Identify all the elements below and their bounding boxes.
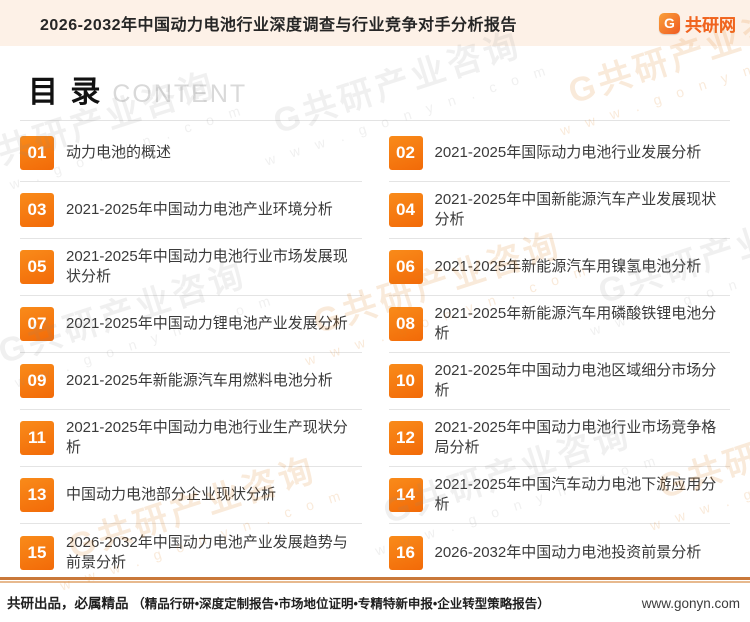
toc-item-01[interactable]: 01 动力电池的概述 (20, 125, 362, 182)
toc-item-number: 13 (20, 478, 54, 512)
toc-item-title: 2021-2025年中国动力锂电池产业发展分析 (66, 315, 348, 332)
toc-item-08[interactable]: 08 2021-2025年新能源汽车用磷酸铁锂电池分析 (388, 296, 730, 353)
toc-item-14[interactable]: 14 2021-2025年中国汽车动力电池下游应用分析 (388, 467, 730, 524)
toc-item-number: 16 (388, 535, 423, 570)
toc-item-title: 2021-2025年新能源汽车用磷酸铁锂电池分析 (434, 305, 717, 342)
toc-item-title: 2026-2032年中国动力电池产业发展趋势与前景分析 (66, 533, 348, 571)
toc-item-title: 2026-2032年中国动力电池投资前景分析 (434, 543, 702, 561)
toc-item-title: 2021-2025年中国动力电池行业市场竞争格局分析 (434, 419, 717, 456)
footer-website-link[interactable]: www.gonyn.com (642, 596, 740, 611)
toc-column-left: 01 动力电池的概述 03 2021-2025年中国动力电池产业环境分析 05 … (20, 125, 362, 581)
page-title-en: CONTENT (112, 80, 248, 108)
toc-item-number: 10 (388, 364, 423, 398)
toc-item-12[interactable]: 12 2021-2025年中国动力电池行业市场竞争格局分析 (388, 410, 730, 467)
toc-item-number: 05 (20, 250, 54, 284)
gonyn-logo[interactable]: G 共研网 (659, 11, 736, 36)
footer-slogan: 共研出品，必属精品 （精品行研•深度定制报告•市场地位证明•专精特新申报•企业转… (7, 592, 550, 612)
toc-item-13[interactable]: 13 中国动力电池部分企业现状分析 (20, 467, 362, 524)
toc-column-right: 02 2021-2025年国际动力电池行业发展分析 04 2021-2025年中… (388, 125, 731, 581)
toc-item-07[interactable]: 07 2021-2025年中国动力锂电池产业发展分析 (20, 296, 362, 353)
page-title-cn: 目 录 (28, 76, 103, 109)
toc-item-09[interactable]: 09 2021-2025年新能源汽车用燃料电池分析 (20, 353, 362, 410)
toc-item-02[interactable]: 02 2021-2025年国际动力电池行业发展分析 (388, 125, 730, 182)
toc-item-title: 2021-2025年中国新能源汽车产业发展现状分析 (434, 191, 717, 228)
toc-item-16[interactable]: 16 2026-2032年中国动力电池投资前景分析 (388, 524, 731, 581)
toc-item-10[interactable]: 10 2021-2025年中国动力电池区域细分市场分析 (388, 353, 730, 410)
toc-item-05[interactable]: 05 2021-2025年中国动力电池行业市场发展现状分析 (20, 239, 362, 296)
toc-item-number: 14 (388, 478, 423, 512)
toc-item-number: 12 (388, 421, 423, 455)
toc-item-title: 2021-2025年新能源汽车用镍氢电池分析 (434, 258, 702, 275)
toc-item-number: 15 (20, 535, 54, 570)
footer-divider-thick (0, 577, 750, 580)
toc-item-title: 2021-2025年新能源汽车用燃料电池分析 (66, 372, 333, 389)
toc-item-number: 08 (388, 307, 423, 341)
toc-item-11[interactable]: 11 2021-2025年中国动力电池行业生产现状分析 (20, 410, 362, 467)
report-header: 2026-2032年中国动力电池行业深度调查与行业竞争对手分析报告 G 共研网 (0, 0, 750, 46)
toc-item-number: 06 (388, 250, 423, 284)
page-heading: 目 录 CONTENT (28, 67, 730, 111)
toc-grid: 01 动力电池的概述 03 2021-2025年中国动力电池产业环境分析 05 … (20, 125, 730, 581)
toc-item-title: 2021-2025年中国动力电池区域细分市场分析 (434, 362, 717, 399)
toc-item-number: 11 (20, 421, 54, 455)
report-title: 2026-2032年中国动力电池行业深度调查与行业竞争对手分析报告 (40, 17, 518, 34)
page-footer: 共研出品，必属精品 （精品行研•深度定制报告•市场地位证明•专精特新申报•企业转… (0, 577, 750, 622)
toc-item-title: 2021-2025年中国动力电池行业市场发展现状分析 (66, 248, 348, 285)
footer-brand-text: 共研出品，必属精品 (7, 596, 129, 611)
toc-item-number: 04 (388, 193, 423, 227)
toc-item-03[interactable]: 03 2021-2025年中国动力电池产业环境分析 (20, 182, 362, 239)
toc-item-15[interactable]: 15 2026-2032年中国动力电池产业发展趋势与前景分析 (20, 524, 362, 581)
gonyn-logo-text: 共研网 (685, 11, 736, 36)
toc-item-title: 2021-2025年中国动力电池产业环境分析 (66, 201, 333, 218)
heading-divider (20, 120, 730, 121)
toc-item-06[interactable]: 06 2021-2025年新能源汽车用镍氢电池分析 (388, 239, 730, 296)
footer-detail-text: （精品行研•深度定制报告•市场地位证明•专精特新申报•企业转型策略报告） (132, 597, 550, 611)
toc-item-title: 动力电池的概述 (66, 144, 172, 161)
gonyn-logo-icon: G (659, 12, 680, 34)
toc-item-number: 09 (20, 364, 54, 398)
toc-item-04[interactable]: 04 2021-2025年中国新能源汽车产业发展现状分析 (388, 182, 730, 239)
toc-page: 目 录 CONTENT 01 动力电池的概述 03 2021-2025年中国动力… (0, 67, 750, 581)
toc-item-number: 07 (20, 307, 54, 341)
toc-item-title: 中国动力电池部分企业现状分析 (66, 486, 277, 503)
toc-item-title: 2021-2025年国际动力电池行业发展分析 (434, 144, 702, 161)
toc-item-number: 01 (20, 136, 54, 170)
toc-item-title: 2021-2025年中国汽车动力电池下游应用分析 (434, 476, 717, 513)
toc-item-number: 02 (388, 136, 423, 170)
toc-item-number: 03 (20, 193, 54, 227)
toc-item-title: 2021-2025年中国动力电池行业生产现状分析 (66, 419, 348, 456)
